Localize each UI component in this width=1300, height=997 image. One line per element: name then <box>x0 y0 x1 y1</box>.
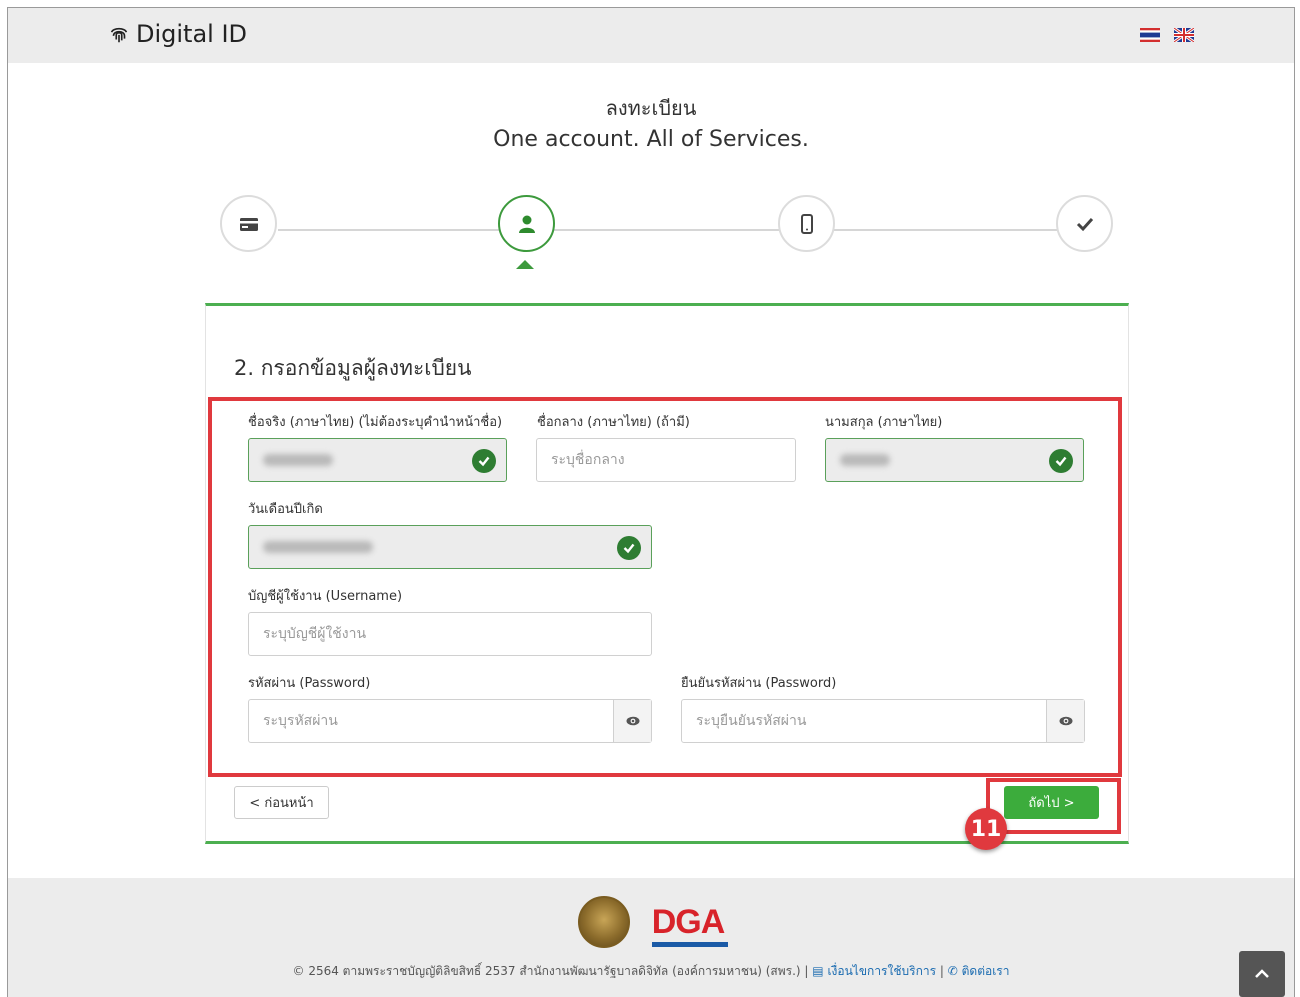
previous-button[interactable]: < ก่อนหน้า <box>234 786 329 819</box>
confirm-password-placeholder: ระบุยืนยันรหัสผ่าน <box>696 713 807 729</box>
terms-link-label: เงื่อนไขการใช้บริการ <box>827 964 937 978</box>
terms-link[interactable]: ▤ เงื่อนไขการใช้บริการ <box>812 964 940 978</box>
password-placeholder: ระบุรหัสผ่าน <box>263 713 338 729</box>
brand-name: Digital ID <box>136 20 248 48</box>
uk-flag-icon[interactable] <box>1174 28 1194 42</box>
dga-logo-text: DGA <box>651 902 726 941</box>
eye-icon <box>626 716 639 726</box>
contact-link[interactable]: ✆ ติดต่อเรา <box>948 964 1010 978</box>
username-placeholder: ระบุบัญชีผู้ใช้งาน <box>263 626 367 642</box>
first-name-label: ชื่อจริง (ภาษาไทย) (ไม่ต้องระบุคำนำหน้าช… <box>248 415 503 430</box>
thai-flag-icon[interactable] <box>1140 28 1160 42</box>
id-card-icon <box>239 217 258 231</box>
language-switcher <box>1140 28 1194 42</box>
section-title: 2. กรอกข้อมูลผู้ลงทะเบียน <box>234 356 472 380</box>
confirm-password-input[interactable]: ระบุยืนยันรหัสผ่าน <box>681 699 1085 743</box>
page-title-th: ลงทะเบียน <box>605 96 697 120</box>
middle-name-placeholder: ระบุชื่อกลาง <box>551 452 625 468</box>
last-name-label: นามสกุล (ภาษาไทย) <box>825 415 943 430</box>
blurred-value <box>263 454 333 466</box>
first-name-input[interactable] <box>248 438 507 482</box>
browser-frame: Digital ID ลงทะเบียน One account. All of… <box>7 7 1295 997</box>
middle-name-label: ชื่อกลาง (ภาษาไทย) (ถ้ามี) <box>537 415 690 430</box>
birth-date-input[interactable] <box>248 525 652 569</box>
confirm-password-label: ยืนยันรหัสผ่าน (Password) <box>681 676 837 691</box>
valid-check-icon <box>617 536 641 560</box>
document-icon: ▤ <box>812 964 824 978</box>
dga-logo: DGA <box>651 902 728 947</box>
footer: DGA © 2564 ตามพระราชบัญญัติลิขสิทธิ์ 253… <box>8 878 1294 997</box>
next-button[interactable]: ถัดไป > <box>1004 786 1099 819</box>
valid-check-icon <box>472 449 496 473</box>
scroll-to-top-button[interactable] <box>1239 951 1285 997</box>
check-icon <box>1076 217 1093 231</box>
blurred-value <box>840 454 890 466</box>
valid-check-icon <box>1049 449 1073 473</box>
fingerprint-icon <box>110 27 128 43</box>
footer-logos: DGA <box>8 896 1294 948</box>
middle-name-input[interactable]: ระบุชื่อกลาง <box>536 438 796 482</box>
show-confirm-password-button[interactable] <box>1046 700 1084 742</box>
show-password-button[interactable] <box>613 700 651 742</box>
step-2-user-info <box>498 195 555 252</box>
page-subtitle: One account. All of Services. <box>493 127 809 152</box>
contact-link-label: ติดต่อเรา <box>961 964 1010 978</box>
annotation-step-badge: 11 <box>965 808 1007 850</box>
step-3-mobile <box>778 195 835 252</box>
phone-icon: ✆ <box>947 964 958 978</box>
password-input[interactable]: ระบุรหัสผ่าน <box>248 699 652 743</box>
copyright-text: © 2564 ตามพระราชบัญญัติลิขสิทธิ์ 2537 สำ… <box>292 964 809 978</box>
username-label: บัญชีผู้ใช้งาน (Username) <box>248 589 403 604</box>
dga-logo-bar <box>651 941 728 947</box>
brand-logo[interactable]: Digital ID <box>108 20 247 48</box>
step-4-complete <box>1056 195 1113 252</box>
government-seal-logo <box>577 896 630 948</box>
footer-separator: | <box>939 964 944 978</box>
last-name-input[interactable] <box>825 438 1084 482</box>
user-icon <box>518 215 535 233</box>
password-label: รหัสผ่าน (Password) <box>248 676 371 691</box>
active-step-indicator <box>516 260 534 269</box>
mobile-icon <box>800 213 813 234</box>
username-input[interactable]: ระบุบัญชีผู้ใช้งาน <box>248 612 652 656</box>
stepper-line <box>278 229 1078 231</box>
eye-icon <box>1059 716 1072 726</box>
chevron-up-icon <box>1255 969 1269 978</box>
birth-date-label: วันเดือนปีเกิด <box>248 502 323 517</box>
footer-copyright: © 2564 ตามพระราชบัญญัติลิขสิทธิ์ 2537 สำ… <box>8 962 1294 981</box>
blurred-value <box>263 541 373 553</box>
top-bar: Digital ID <box>8 8 1294 63</box>
step-1-id-card <box>220 195 277 252</box>
